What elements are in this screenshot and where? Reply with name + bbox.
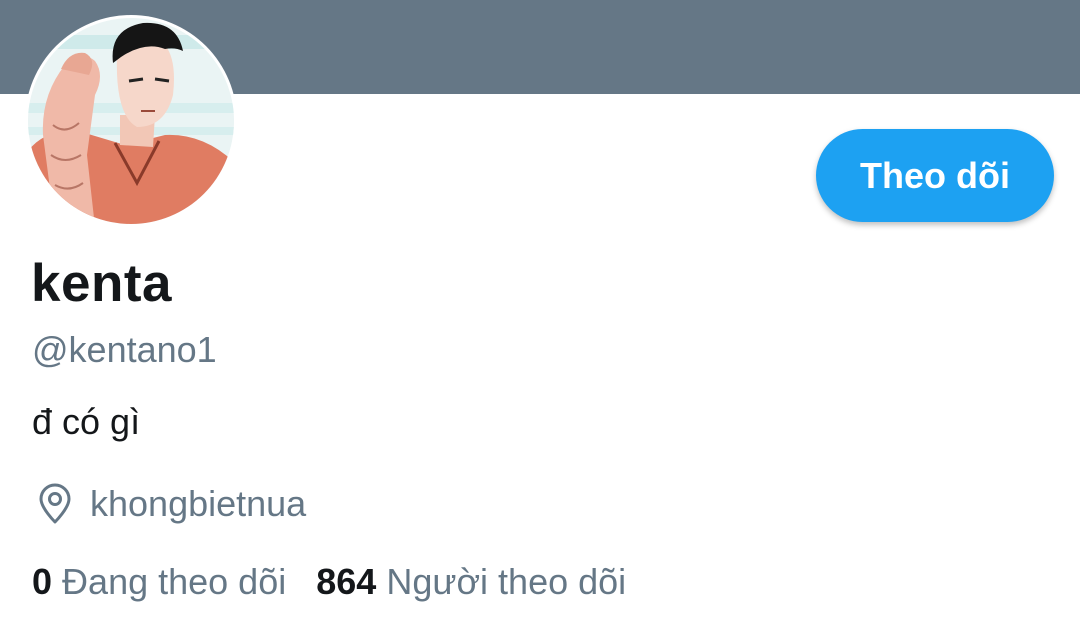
- profile-location: khongbietnua: [36, 483, 306, 525]
- profile-handle: @kentano1: [32, 329, 217, 370]
- avatar-illustration: [28, 18, 234, 224]
- following-count: 0: [32, 561, 53, 602]
- followers-stat[interactable]: 864 Người theo dõi: [316, 561, 626, 602]
- location-label: khongbietnua: [90, 483, 307, 524]
- profile-bio: đ có gì: [32, 401, 141, 442]
- following-stat[interactable]: 0 Đang theo dõi: [32, 561, 286, 602]
- location-pin-icon: [39, 483, 71, 524]
- followers-count: 864: [316, 561, 377, 602]
- avatar[interactable]: [25, 15, 237, 227]
- profile-name: kenta: [31, 254, 172, 313]
- followers-label: Người theo dõi: [386, 561, 627, 602]
- following-label: Đang theo dõi: [62, 561, 287, 602]
- follow-button[interactable]: Theo dõi: [816, 129, 1054, 222]
- profile-stats: 0 Đang theo dõi 864 Người theo dõi: [32, 561, 626, 603]
